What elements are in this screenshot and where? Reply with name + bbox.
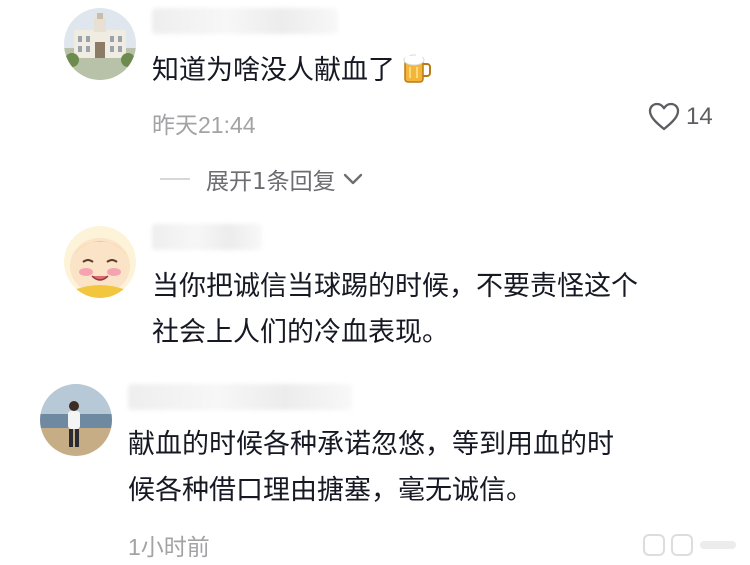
building-photo-icon (64, 8, 136, 80)
comment-text: 当你把诚信当球踢的时候，不要责怪这个 社会上人们的冷血表现。 (152, 264, 638, 356)
avatar[interactable] (64, 226, 136, 298)
username-blurred[interactable] (152, 8, 338, 34)
comment-text-line: 候各种借口理由搪塞，毫无诚信。 (128, 475, 533, 506)
comment-text-line: 献血的时候各种承诺忽悠，等到用血的时 (128, 429, 614, 460)
comment-text: 知道为啥没人献血了 (152, 48, 433, 94)
beer-mug-icon (403, 53, 431, 83)
comment-item: 知道为啥没人献血了 昨天21:44 14 展开1条回复 (0, 0, 750, 200)
divider-line (160, 178, 190, 180)
avatar[interactable] (64, 8, 136, 80)
watermark (642, 531, 738, 559)
username-blurred[interactable] (152, 224, 262, 250)
expand-replies-button[interactable]: 展开1条回复 (160, 162, 364, 196)
like-count: 14 (686, 103, 713, 130)
comment-item: 当你把诚信当球踢的时候，不要责怪这个 社会上人们的冷血表现。 (0, 210, 750, 370)
comment-time: 1小时前 (128, 534, 210, 560)
chevron-down-icon (343, 173, 362, 185)
avatar[interactable] (40, 384, 112, 456)
comment-time: 昨天21:44 (152, 112, 256, 138)
comment-text: 献血的时候各种承诺忽悠，等到用血的时 候各种借口理由搪塞，毫无诚信。 (128, 422, 614, 514)
like-button[interactable]: 14 (648, 102, 713, 132)
heart-icon (648, 102, 680, 131)
watermark-logo-icon (643, 534, 736, 556)
beach-person-photo-icon (40, 384, 112, 456)
comment-item: 献血的时候各种承诺忽悠，等到用血的时 候各种借口理由搪塞，毫无诚信。 1小时前 (0, 374, 750, 565)
cartoon-face-icon (64, 226, 136, 298)
comment-text-line: 当你把诚信当球踢的时候，不要责怪这个 (152, 271, 638, 302)
comment-text-line: 知道为啥没人献血了 (152, 55, 395, 86)
expand-replies-label: 展开1条回复 (206, 169, 336, 195)
comment-text-line: 社会上人们的冷血表现。 (152, 317, 449, 348)
username-blurred[interactable] (128, 384, 352, 410)
